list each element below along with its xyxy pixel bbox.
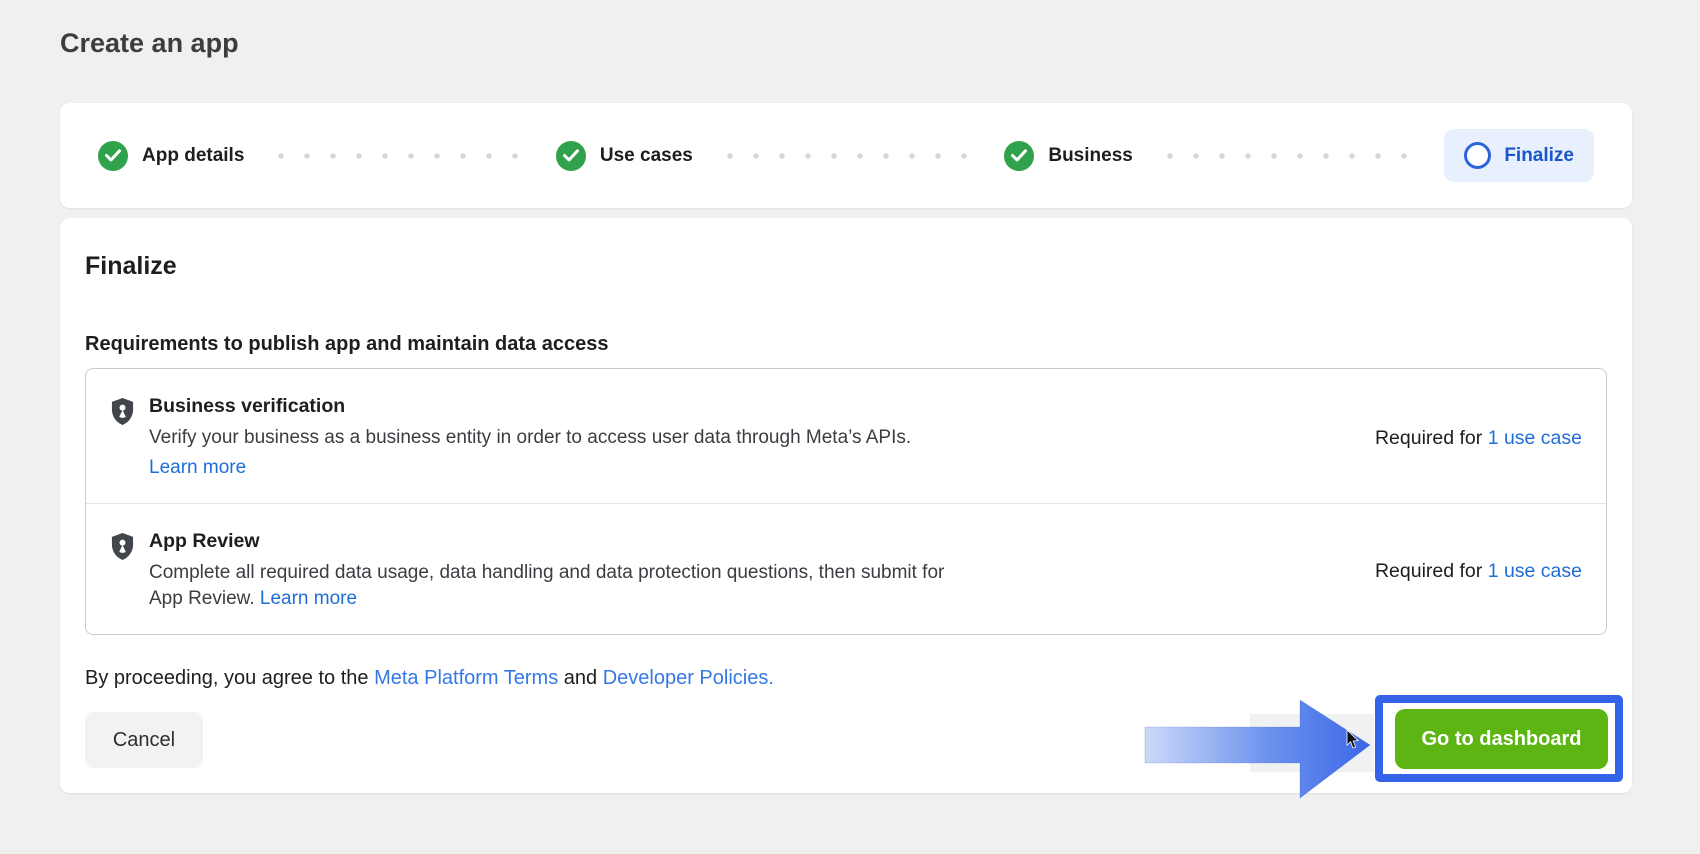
shield-person-icon — [110, 532, 135, 612]
terms-text: and — [558, 667, 602, 689]
step-label: Finalize — [1504, 145, 1574, 167]
step-label: Use cases — [600, 145, 693, 167]
step-app-details[interactable]: App details — [98, 141, 244, 171]
step-business[interactable]: Business — [1004, 141, 1132, 171]
step-label: Business — [1048, 145, 1132, 167]
step-finalize-current[interactable]: Finalize — [1444, 129, 1594, 182]
page-title: Create an app — [60, 28, 239, 59]
requirement-title: Business verification — [149, 395, 911, 418]
requirements-list: Business verification Verify your busine… — [85, 368, 1607, 635]
required-for-text: Required for — [1375, 427, 1488, 449]
check-icon — [98, 141, 128, 171]
check-icon — [556, 141, 586, 171]
requirement-app-review: App Review Complete all required data us… — [86, 503, 1606, 634]
step-use-cases[interactable]: Use cases — [556, 141, 693, 171]
use-case-link[interactable]: 1 use case — [1488, 427, 1582, 449]
mouse-cursor-icon — [1346, 730, 1360, 755]
step-separator-dots — [717, 153, 980, 159]
annotation-arrow-icon — [1140, 698, 1375, 802]
shield-person-icon — [110, 397, 135, 481]
check-icon — [1004, 141, 1034, 171]
panel-heading: Finalize — [85, 252, 1607, 281]
terms-notice: By proceeding, you agree to the Meta Pla… — [85, 667, 1607, 690]
step-separator-dots — [1157, 153, 1420, 159]
finalize-panel: Finalize Requirements to publish app and… — [60, 218, 1632, 793]
cancel-button[interactable]: Cancel — [85, 712, 203, 768]
learn-more-link[interactable]: Learn more — [260, 588, 357, 609]
learn-more-link[interactable]: Learn more — [149, 455, 246, 481]
step-separator-dots — [268, 153, 531, 159]
step-label: App details — [142, 145, 244, 167]
meta-platform-terms-link[interactable]: Meta Platform Terms — [374, 667, 558, 689]
requirement-title: App Review — [149, 530, 969, 553]
requirement-description: Verify your business as a business entit… — [149, 427, 911, 448]
required-for-text: Required for — [1375, 560, 1488, 582]
terms-text: By proceeding, you agree to the — [85, 667, 374, 689]
use-case-link[interactable]: 1 use case — [1488, 560, 1582, 582]
current-step-circle-icon — [1464, 142, 1491, 169]
go-to-dashboard-button[interactable]: Go to dashboard — [1395, 709, 1608, 769]
requirements-subheading: Requirements to publish app and maintain… — [85, 333, 1607, 356]
requirement-business-verification: Business verification Verify your busine… — [86, 369, 1606, 503]
developer-policies-link[interactable]: Developer Policies. — [603, 667, 774, 689]
stepper: App details Use cases Business Finalize — [60, 103, 1632, 208]
